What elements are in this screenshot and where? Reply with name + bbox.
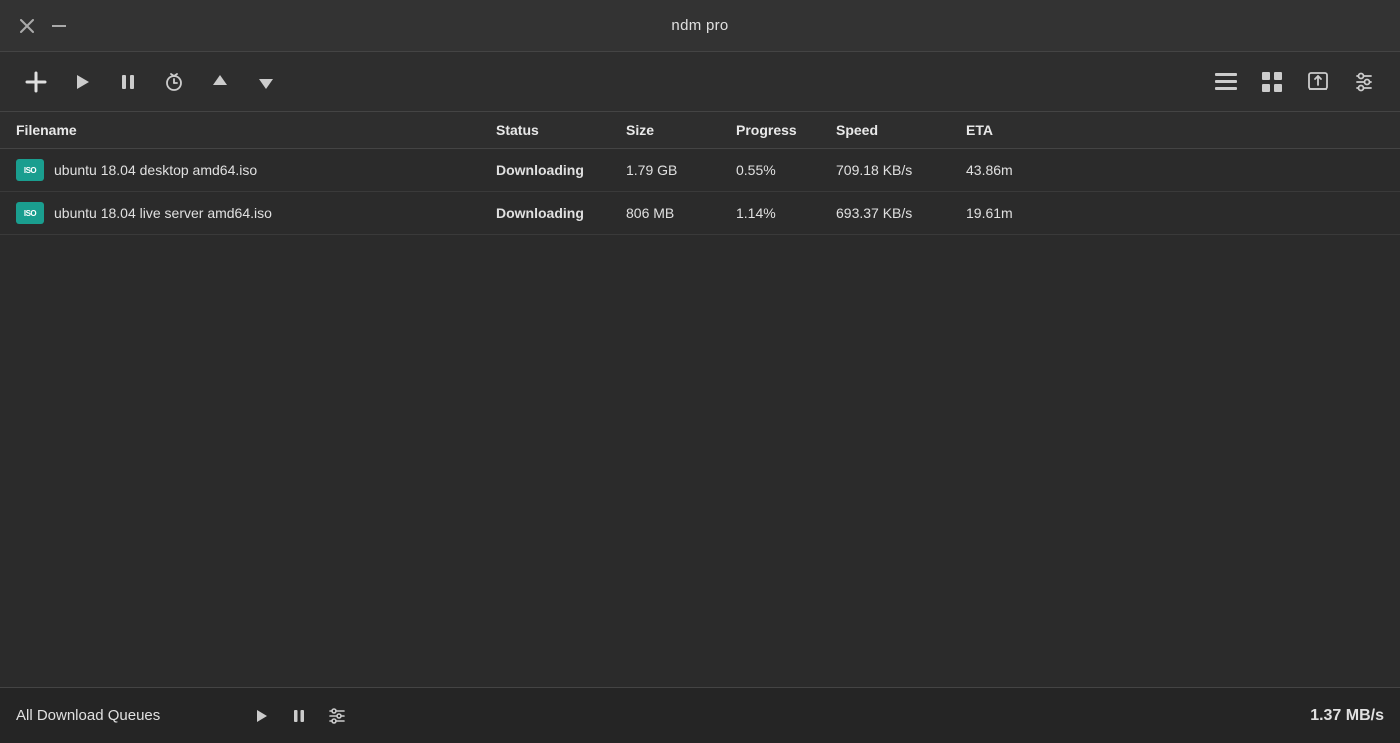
- progress-cell: 0.55%: [736, 162, 836, 178]
- header-size: Size: [626, 122, 736, 138]
- status-controls: [244, 699, 354, 733]
- status-settings-button[interactable]: [320, 699, 354, 733]
- play-button[interactable]: [62, 62, 102, 102]
- toolbar-right: [1206, 62, 1384, 102]
- status-play-button[interactable]: [244, 699, 278, 733]
- move-up-button[interactable]: [200, 62, 240, 102]
- title-bar: ndm pro: [0, 0, 1400, 52]
- timer-button[interactable]: [154, 62, 194, 102]
- header-eta: ETA: [966, 122, 1384, 138]
- status-cell: Downloading: [496, 162, 626, 178]
- list-view-button[interactable]: [1206, 62, 1246, 102]
- header-status: Status: [496, 122, 626, 138]
- pause-button[interactable]: [108, 62, 148, 102]
- table-row[interactable]: ISO ubuntu 18.04 live server amd64.iso D…: [0, 192, 1400, 235]
- download-table: Filename Status Size Progress Speed ETA …: [0, 112, 1400, 687]
- file-type-icon: ISO: [16, 202, 44, 224]
- close-button[interactable]: [16, 15, 38, 37]
- filename-text: ubuntu 18.04 desktop amd64.iso: [54, 162, 257, 178]
- minimize-button[interactable]: [48, 15, 70, 37]
- header-filename: Filename: [16, 122, 496, 138]
- eta-cell: 43.86m: [966, 162, 1384, 178]
- settings-button[interactable]: [1344, 62, 1384, 102]
- filename-cell: ISO ubuntu 18.04 desktop amd64.iso: [16, 159, 496, 181]
- toolbar: [0, 52, 1400, 112]
- app-title: ndm pro: [671, 17, 728, 34]
- header-speed: Speed: [836, 122, 966, 138]
- size-cell: 1.79 GB: [626, 162, 736, 178]
- grid-view-button[interactable]: [1252, 62, 1292, 102]
- export-button[interactable]: [1298, 62, 1338, 102]
- window-controls: [16, 15, 70, 37]
- toolbar-left: [16, 62, 1202, 102]
- table-header: Filename Status Size Progress Speed ETA: [0, 112, 1400, 149]
- speed-cell: 709.18 KB/s: [836, 162, 966, 178]
- status-bar: All Download Queues: [0, 687, 1400, 743]
- size-cell: 806 MB: [626, 205, 736, 221]
- queue-label: All Download Queues: [16, 707, 236, 724]
- status-cell: Downloading: [496, 205, 626, 221]
- file-type-icon: ISO: [16, 159, 44, 181]
- total-speed: 1.37 MB/s: [1310, 707, 1384, 725]
- filename-text: ubuntu 18.04 live server amd64.iso: [54, 205, 272, 221]
- move-down-button[interactable]: [246, 62, 286, 102]
- progress-cell: 1.14%: [736, 205, 836, 221]
- eta-cell: 19.61m: [966, 205, 1384, 221]
- table-body: ISO ubuntu 18.04 desktop amd64.iso Downl…: [0, 149, 1400, 687]
- filename-cell: ISO ubuntu 18.04 live server amd64.iso: [16, 202, 496, 224]
- header-progress: Progress: [736, 122, 836, 138]
- table-row[interactable]: ISO ubuntu 18.04 desktop amd64.iso Downl…: [0, 149, 1400, 192]
- speed-cell: 693.37 KB/s: [836, 205, 966, 221]
- status-pause-button[interactable]: [282, 699, 316, 733]
- add-button[interactable]: [16, 62, 56, 102]
